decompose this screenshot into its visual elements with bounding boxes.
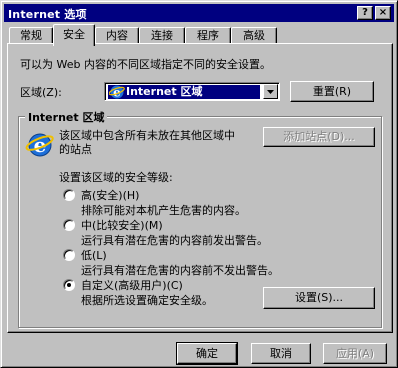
security-description: 可以为 Web 内容的不同区域指定不同的安全设置。 (20, 58, 271, 71)
tab-strip: 常规 安全 内容 连接 程序 高级 (7, 24, 393, 46)
ie-globe-icon: e (109, 85, 125, 100)
level-high-label[interactable]: 高(安全)(H) (81, 187, 139, 203)
ie-globe-icon: e (25, 133, 54, 157)
level-low-label[interactable]: 低(L) (81, 247, 107, 263)
cancel-button[interactable]: 取消 (251, 343, 311, 364)
zone-select[interactable]: Internet 区域 e (104, 82, 280, 101)
zone-label: 区域(Z): (20, 86, 62, 99)
tab-content[interactable]: 内容 (95, 27, 139, 44)
title-bar[interactable]: Internet 选项 ? × (4, 4, 394, 22)
level-medium-label[interactable]: 中(比较安全)(M) (81, 217, 163, 233)
zone-group-title: Internet 区域 (25, 109, 108, 125)
level-custom-radio[interactable] (63, 279, 75, 291)
reset-button[interactable]: 重置(R) (290, 81, 374, 102)
settings-button[interactable]: 设置(S)... (263, 287, 375, 309)
window-title: Internet 选项 (8, 8, 87, 21)
apply-button[interactable]: 应用(A) (323, 343, 387, 364)
ok-button[interactable]: 确定 (176, 342, 238, 365)
level-custom-label[interactable]: 自定义(高级用户)(C) (81, 277, 183, 293)
level-high-description: 排除可能对本机产生危害的内容。 (81, 204, 246, 217)
tab-general[interactable]: 常规 (9, 27, 53, 44)
level-medium-description: 运行具有潜在危害的内容前发出警告。 (81, 234, 268, 247)
zone-selected-value: Internet 区域 (108, 85, 260, 99)
help-button[interactable]: ? (357, 6, 373, 20)
zone-description-line2: 的站点 (59, 143, 92, 156)
level-low-description: 运行具有潜在危害的内容前不发出警告。 (81, 264, 279, 277)
level-medium-radio[interactable] (63, 219, 75, 231)
chevron-down-icon (267, 90, 274, 94)
level-high-radio[interactable] (63, 189, 75, 201)
level-low-radio[interactable] (63, 249, 75, 261)
tab-programs[interactable]: 程序 (185, 27, 231, 44)
close-button[interactable]: × (375, 6, 391, 20)
internet-options-dialog: Internet 选项 ? × 常规 安全 内容 连接 程序 高级 可以为 We… (0, 0, 398, 368)
tab-security[interactable]: 安全 (53, 24, 95, 46)
tab-advanced[interactable]: 高级 (231, 27, 277, 44)
tab-connections[interactable]: 连接 (139, 27, 185, 44)
security-panel: 可以为 Web 内容的不同区域指定不同的安全设置。 区域(Z): Interne… (7, 43, 393, 333)
zone-group: Internet 区域 e 该区域中包含所有未放在其他区域中 的站点 添加站点(… (18, 109, 382, 328)
add-sites-button[interactable]: 添加站点(D)... (263, 127, 375, 147)
level-custom-description: 根据所选设置确定安全级。 (81, 294, 213, 307)
level-prompt: 设置该区域的安全等级: (59, 171, 173, 184)
zone-dropdown-button[interactable] (263, 84, 278, 99)
radio-selected-dot (67, 283, 71, 287)
